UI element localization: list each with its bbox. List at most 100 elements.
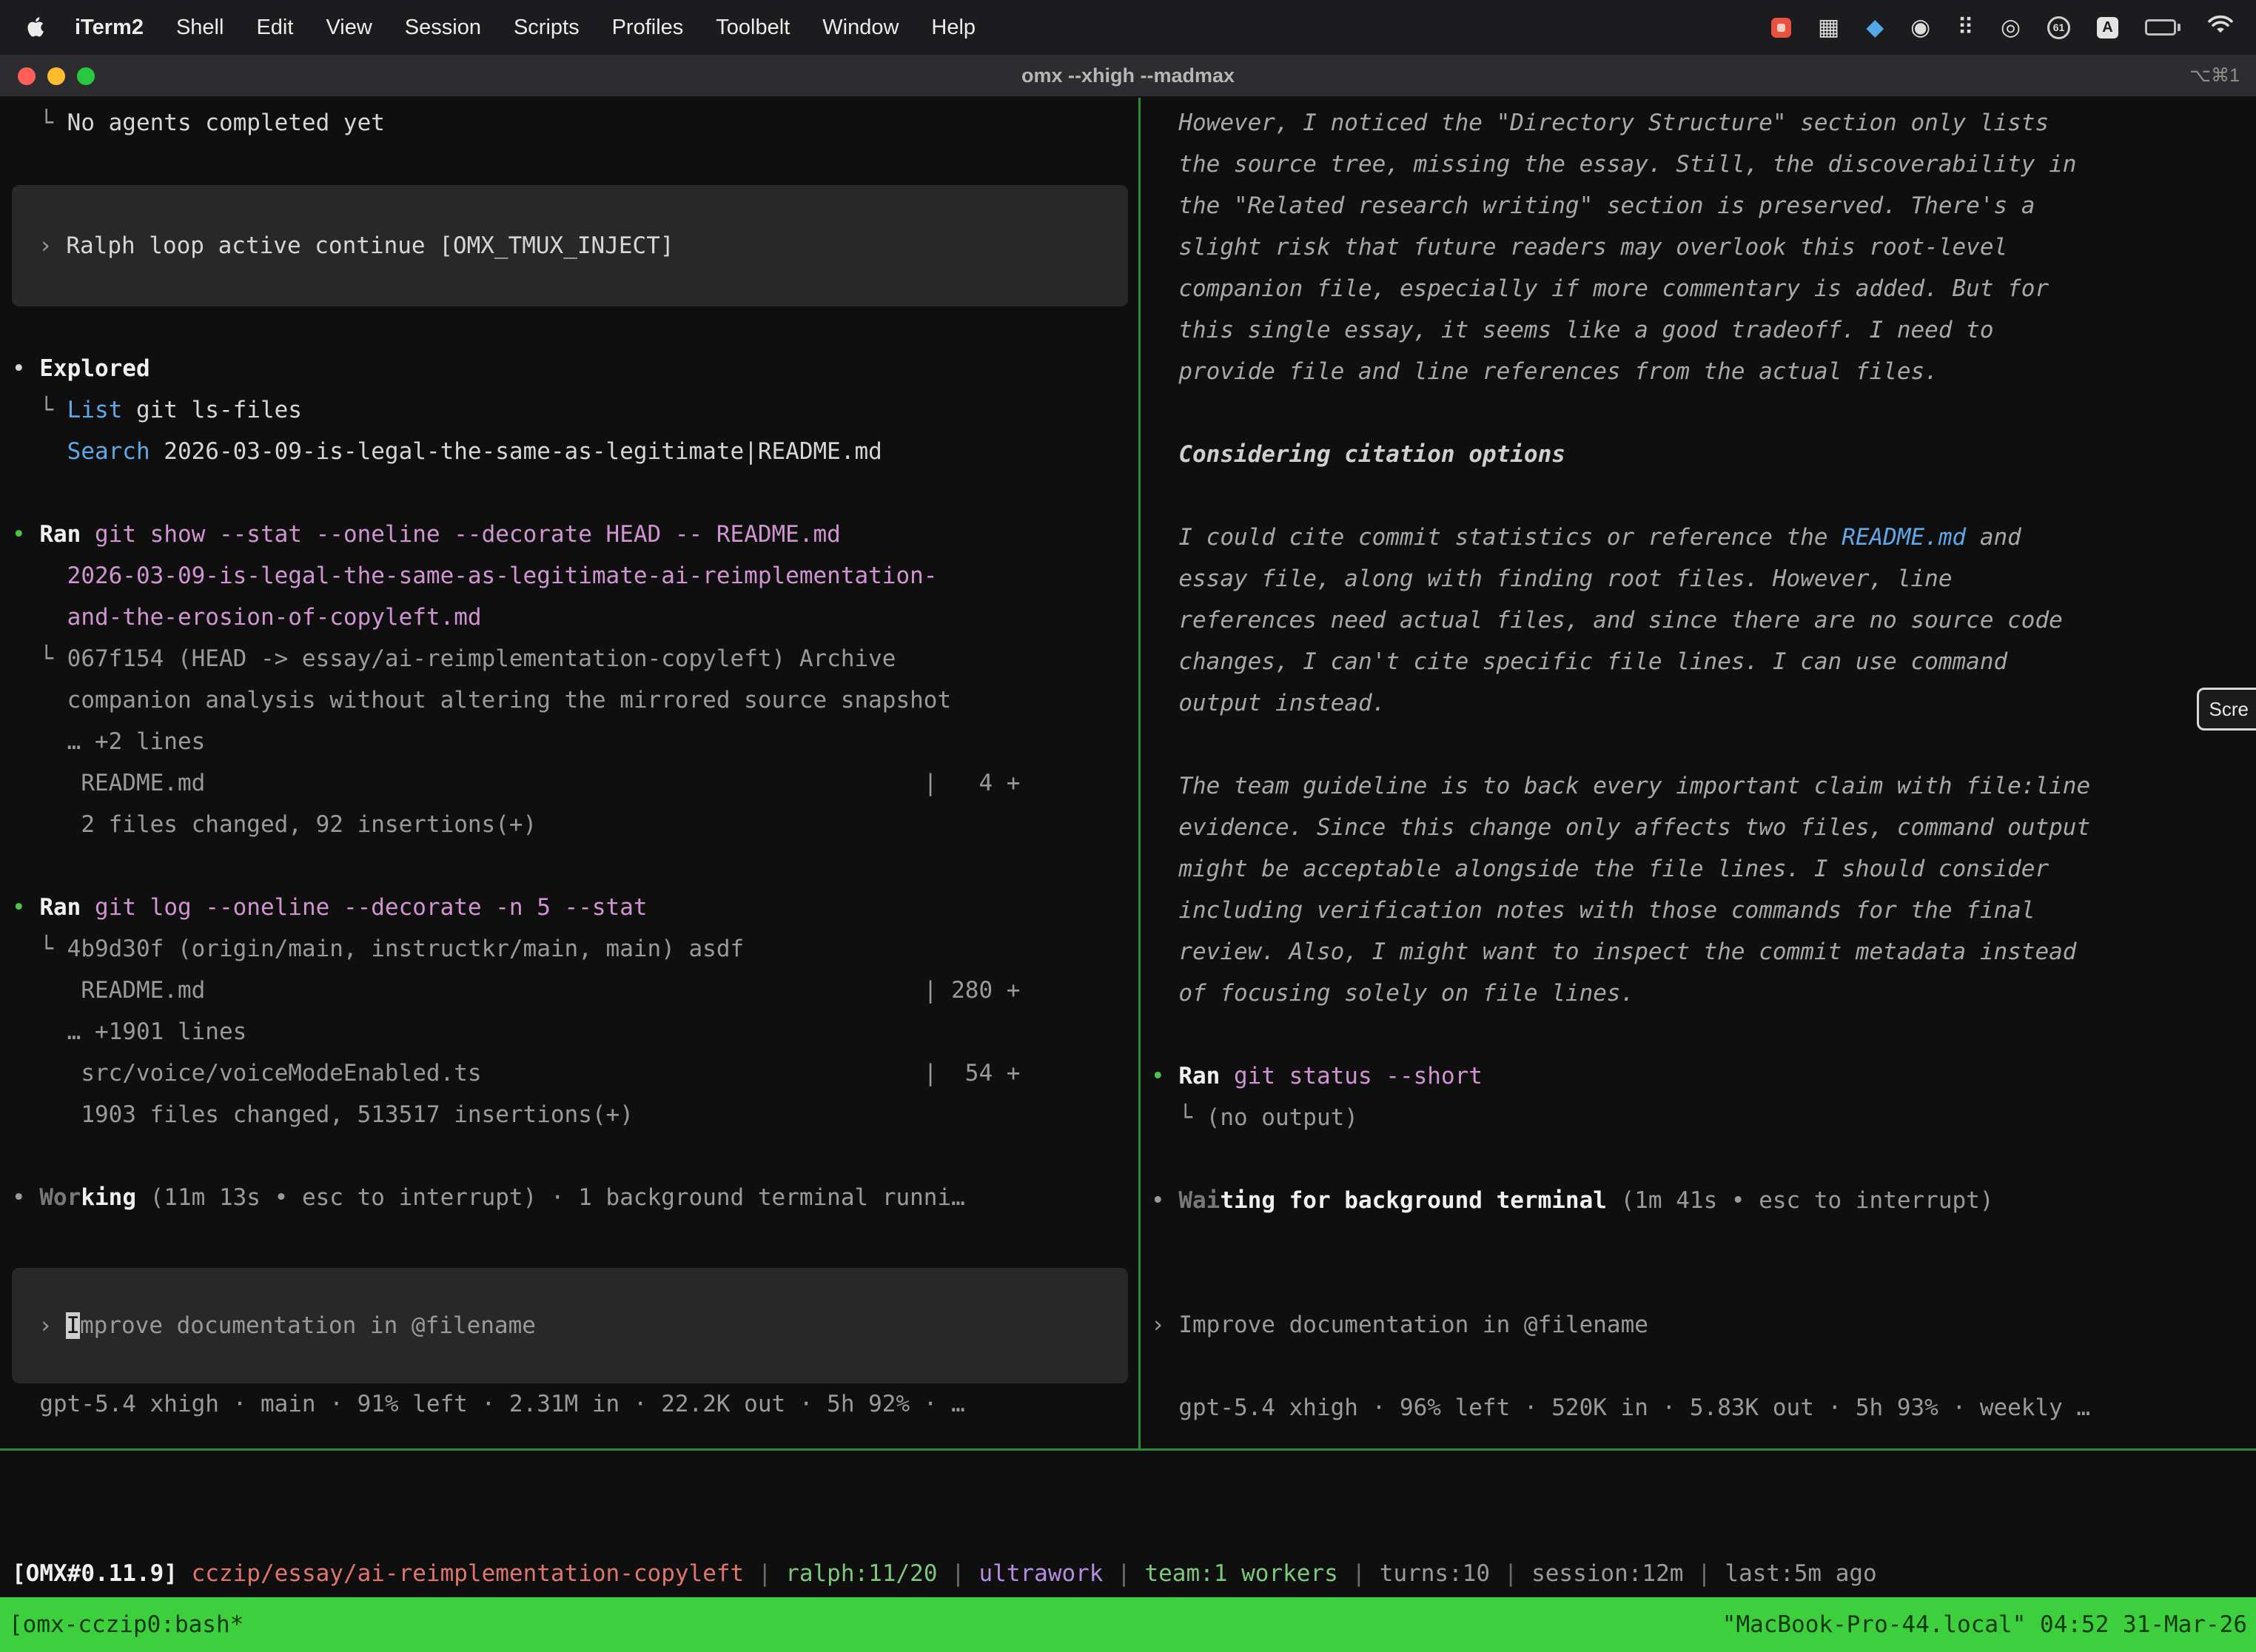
battery-icon[interactable] (2145, 19, 2181, 36)
terminal-line (1151, 475, 2256, 517)
screen: iTerm2ShellEditViewSessionScriptsProfile… (0, 0, 2256, 1652)
wifi-icon[interactable] (2207, 14, 2234, 41)
menu-item-window[interactable]: Window (806, 16, 915, 40)
terminal-line: slight risk that future readers may over… (1151, 226, 2256, 268)
dots-grid-icon[interactable]: ⠿ (1957, 14, 1974, 41)
key-icon[interactable]: ◎ (2001, 14, 2021, 41)
terminal-line (1151, 1263, 2256, 1304)
terminal-line: might be acceptable alongside the file l… (1151, 848, 2256, 890)
text-segment: ralph:11/20 (785, 1560, 937, 1587)
menu-item-shell[interactable]: Shell (160, 16, 241, 40)
injected-command-banner[interactable]: › Ralph loop active continue [OMX_TMUX_I… (12, 185, 1128, 306)
text-segment: • (12, 894, 39, 921)
text-segment: … +2 lines (12, 728, 205, 755)
terminal-line: Search 2026-03-09-is-legal-the-same-as-l… (12, 431, 1138, 472)
text-segment: gpt-5.4 xhigh · main · 91% left · 2.31M … (12, 1391, 965, 1417)
battery-percent-icon[interactable]: 61 (2047, 16, 2070, 39)
window-title: omx --xhigh --madmax (0, 55, 2256, 96)
terminal-line: review. Also, I might want to inspect th… (1151, 931, 2256, 973)
terminal-line: • Ran git status --short (1151, 1055, 2256, 1097)
text-segment: Ralph loop active continue [OMX_TMUX_INJ… (66, 232, 674, 259)
terminal-line: essay file, along with finding root file… (1151, 558, 2256, 600)
text-segment: last:5m ago (1725, 1560, 1876, 1587)
text-segment: king (81, 1184, 136, 1211)
terminal-line: of focusing solely on file lines. (1151, 973, 2256, 1014)
macos-menu-bar: iTerm2ShellEditViewSessionScriptsProfile… (0, 0, 2256, 55)
text-segment: 4b9d30f (origin/main, instructkr/main, m… (67, 936, 745, 962)
text-segment: List (67, 397, 123, 423)
text-segment: output instead. (1151, 690, 1386, 716)
terminal-line: gpt-5.4 xhigh · 96% left · 520K in · 5.8… (1151, 1387, 2256, 1428)
terminal-line: changes, I can't cite specific file line… (1151, 641, 2256, 682)
terminal-line: references need actual files, and since … (1151, 600, 2256, 641)
text-segment: | (938, 1560, 979, 1587)
terminal-line (1151, 1138, 2256, 1180)
menu-item-iterm2[interactable]: iTerm2 (58, 16, 160, 40)
text-segment: | (1338, 1560, 1380, 1587)
text-segment: • (12, 521, 39, 548)
terminal-line: the "Related research writing" section i… (1151, 185, 2256, 226)
round-app-icon[interactable]: ◉ (1910, 14, 1930, 41)
right-pane[interactable]: However, I noticed the "Directory Struct… (1141, 98, 2256, 1448)
terminal-line: companion analysis without altering the … (12, 679, 1138, 721)
screen-overlay-button[interactable]: Scre (2197, 688, 2256, 731)
text-segment: review. Also, I might want to inspect th… (1151, 939, 2076, 965)
screen-recording-indicator[interactable] (1771, 18, 1791, 38)
terminal-line: this single essay, it seems like a good … (1151, 309, 2256, 351)
text-segment: git log --oneline --decorate -n 5 --stat (95, 894, 648, 921)
text-segment: • (12, 1184, 39, 1211)
text-segment: Ran (39, 521, 81, 548)
terminal-line: └ 067f154 (HEAD -> essay/ai-reimplementa… (12, 638, 1138, 679)
input-source-icon[interactable]: A (2097, 17, 2118, 38)
text-segment: of focusing solely on file lines. (1151, 980, 1634, 1007)
text-segment: slight risk that future readers may over… (1151, 234, 2007, 261)
text-segment: | (1683, 1560, 1725, 1587)
text-segment: › (38, 232, 66, 259)
blue-app-icon[interactable]: ◆ (1866, 14, 1884, 41)
terminal-content: └ No agents completed yet› Ralph loop ac… (0, 98, 2256, 1652)
text-segment: src/voice/voiceModeEnabled.ts | 54 + (12, 1060, 1020, 1087)
text-segment: might be acceptable alongside the file l… (1151, 856, 2049, 882)
terminal-line: • Explored (12, 348, 1138, 389)
terminal-line: README.md | 4 + (12, 762, 1138, 804)
text-segment: [OMX#0.11.9] (12, 1560, 192, 1587)
terminal-line: and-the-erosion-of-copyleft.md (12, 597, 1138, 638)
text-segment: 2026-03-09-is-legal-the-same-as-legitima… (12, 563, 937, 589)
text-segment: mprove documentation in @filename (80, 1312, 536, 1339)
terminal-line (1151, 1346, 2256, 1387)
menu-item-profiles[interactable]: Profiles (596, 16, 700, 40)
left-pane[interactable]: └ No agents completed yet› Ralph loop ac… (0, 98, 1138, 1448)
menu-item-view[interactable]: View (309, 16, 388, 40)
terminal-line: … +1901 lines (12, 1011, 1138, 1052)
tmux-session-name[interactable]: [omx-cczip0:bash* (9, 1611, 244, 1638)
apple-menu-icon[interactable] (22, 16, 58, 39)
prompt-input[interactable]: › Improve documentation in @filename (12, 1268, 1128, 1383)
menu-item-scripts[interactable]: Scripts (497, 16, 596, 40)
terminal-line: However, I noticed the "Directory Struct… (1151, 102, 2256, 144)
text-segment: (no output) (1206, 1104, 1358, 1131)
window-grid-icon[interactable]: ▦ (1818, 14, 1839, 41)
terminal-line: output instead. (1151, 682, 2256, 724)
text-segment: 2026-03-09-is-legal-the-same-as-legitima… (150, 438, 882, 465)
text-segment (12, 438, 67, 465)
text-segment: cczip/essay/ai-reimplementation-copyleft (192, 1560, 745, 1587)
screen-overlay-label: Scre (2209, 698, 2249, 721)
menu-item-toolbelt[interactable]: Toolbelt (699, 16, 806, 40)
text-segment: 067f154 (HEAD -> essay/ai-reimplementati… (67, 645, 896, 672)
window-title-bar[interactable]: omx --xhigh --madmax ⌥⌘1 (0, 55, 2256, 98)
menu-item-edit[interactable]: Edit (240, 16, 309, 40)
text-segment: Explored (39, 355, 150, 382)
menu-item-session[interactable]: Session (389, 16, 497, 40)
text-segment: this single essay, it seems like a good … (1151, 317, 1993, 343)
terminal-line: The team guideline is to back every impo… (1151, 765, 2256, 807)
text-segment (81, 521, 95, 548)
text-segment: git status --short (1234, 1063, 1483, 1089)
text-segment: | (744, 1560, 785, 1587)
text-segment: changes, I can't cite specific file line… (1151, 648, 2007, 675)
terminal-line: Considering citation options (1151, 434, 2256, 475)
text-segment: Wor (39, 1184, 81, 1211)
menu-item-help[interactable]: Help (915, 16, 992, 40)
text-segment: Search (67, 438, 150, 465)
text-segment: No agents completed yet (67, 110, 385, 136)
text-segment: provide file and line references from th… (1151, 358, 1938, 385)
